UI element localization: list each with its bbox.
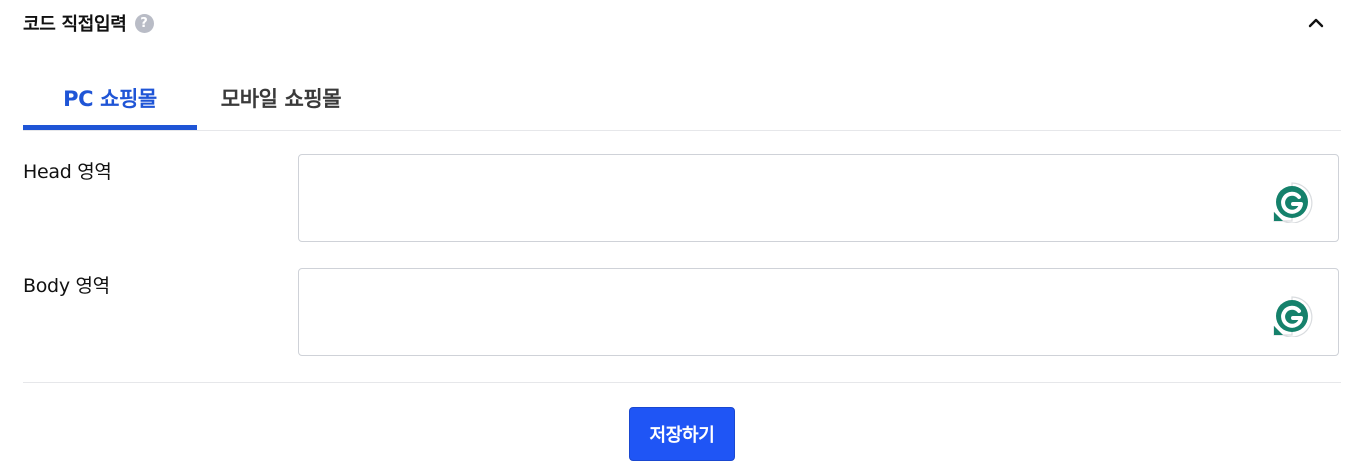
code-input-panel: 코드 직접입력 ? PC 쇼핑몰 모바일 쇼핑몰 Head 영역 Body 영역…: [0, 0, 1356, 468]
grammarly-icon[interactable]: [1270, 181, 1314, 223]
body-area-textarea[interactable]: [299, 269, 1338, 355]
collapse-toggle-button[interactable]: [1303, 10, 1329, 36]
body-area-label: Body 영역: [23, 275, 110, 297]
tab-mobile-shop[interactable]: 모바일 쇼핑몰: [197, 68, 365, 128]
grammarly-icon[interactable]: [1270, 295, 1314, 337]
section-divider: [23, 382, 1341, 383]
section-title: 코드 직접입력: [23, 14, 127, 35]
head-area-label: Head 영역: [23, 161, 112, 183]
body-area-field[interactable]: [298, 268, 1339, 356]
tab-pc-shop[interactable]: PC 쇼핑몰: [23, 68, 197, 130]
question-mark-icon[interactable]: ?: [134, 13, 154, 33]
save-button[interactable]: 저장하기: [629, 407, 735, 461]
chevron-up-icon: [1308, 18, 1324, 28]
tab-bar: PC 쇼핑몰 모바일 쇼핑몰: [23, 68, 1341, 131]
head-area-textarea[interactable]: [299, 155, 1338, 241]
head-area-field[interactable]: [298, 154, 1339, 242]
section-header: 코드 직접입력 ?: [23, 8, 154, 38]
